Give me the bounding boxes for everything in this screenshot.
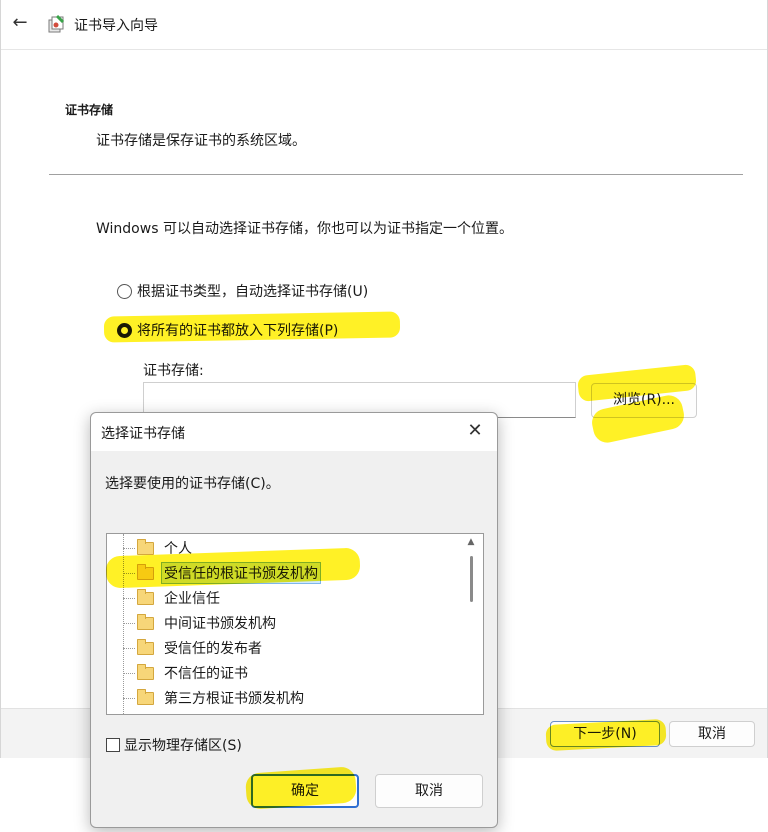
- folder-icon: [137, 613, 154, 630]
- tree-item-intermediate-ca[interactable]: 中间证书颁发机构: [123, 612, 278, 634]
- dialog-prompt: 选择要使用的证书存储(C)。: [105, 476, 280, 492]
- tree-item-label: 不信任的证书: [164, 666, 248, 682]
- tree-item-third-party-root[interactable]: 第三方根证书颁发机构: [123, 687, 306, 709]
- select-certificate-store-dialog: 选择证书存储 ✕ 选择要使用的证书存储(C)。 个人 受信任的根证书颁发机构 企…: [90, 412, 498, 828]
- radio-place-in-store-label: 将所有的证书都放入下列存储(P): [137, 323, 339, 339]
- folder-icon: [137, 688, 154, 705]
- wizard-titlebar: ← 证书导入向导: [1, 0, 767, 50]
- tree-scrollbar[interactable]: ▲: [459, 534, 483, 714]
- intro-text: Windows 可以自动选择证书存储，你也可以为证书指定一个位置。: [96, 221, 513, 237]
- radio-auto-select-circle[interactable]: [117, 283, 132, 299]
- scroll-up-icon[interactable]: ▲: [466, 537, 476, 547]
- browse-button[interactable]: 浏览(R)...: [591, 383, 697, 418]
- show-physical-stores-label: 显示物理存储区(S): [124, 738, 242, 754]
- radio-auto-select-label: 根据证书类型，自动选择证书存储(U): [137, 284, 369, 300]
- wizard-title: 证书导入向导: [74, 18, 158, 34]
- dialog-titlebar: 选择证书存储 ✕: [91, 413, 497, 451]
- close-icon[interactable]: ✕: [465, 421, 485, 441]
- tree-item-label: 受信任的发布者: [164, 641, 262, 657]
- next-button[interactable]: 下一步(N): [550, 721, 660, 747]
- tree-item-untrusted[interactable]: 不信任的证书: [123, 662, 250, 684]
- radio-auto-select[interactable]: 根据证书类型，自动选择证书存储(U): [117, 281, 368, 301]
- tree-item-trusted-root[interactable]: 受信任的根证书颁发机构: [123, 562, 321, 584]
- certificate-store-tree[interactable]: 个人 受信任的根证书颁发机构 企业信任 中间证书颁发机构 受信任的发布者 不信任…: [106, 533, 484, 715]
- wizard-cancel-button[interactable]: 取消: [669, 721, 755, 747]
- tree-item-enterprise-trust[interactable]: 企业信任: [123, 587, 222, 609]
- section-divider: [49, 174, 743, 175]
- tree-item-label: 中间证书颁发机构: [164, 616, 276, 632]
- tree-item-label: 个人: [164, 541, 192, 557]
- folder-icon: [137, 538, 154, 555]
- folder-icon: [137, 588, 154, 605]
- show-physical-stores-checkbox-row[interactable]: 显示物理存储区(S): [106, 735, 242, 755]
- ok-button[interactable]: 确定: [251, 774, 359, 808]
- certificate-wizard-icon: [48, 14, 65, 33]
- folder-icon: [137, 638, 154, 655]
- folder-icon: [137, 563, 154, 580]
- tree-item-label: 企业信任: [164, 591, 220, 607]
- section-heading: 证书存储: [65, 103, 114, 117]
- scroll-thumb[interactable]: [470, 556, 473, 602]
- certificate-store-label: 证书存储:: [143, 363, 204, 379]
- tree-item-trusted-publishers[interactable]: 受信任的发布者: [123, 637, 264, 659]
- radio-place-in-store[interactable]: 将所有的证书都放入下列存储(P): [117, 320, 338, 340]
- dialog-cancel-button[interactable]: 取消: [375, 774, 483, 808]
- tree-item-label: 受信任的根证书颁发机构: [161, 562, 321, 584]
- back-arrow-icon[interactable]: ←: [9, 12, 31, 34]
- tree-item-label: 第三方根证书颁发机构: [164, 691, 304, 707]
- dialog-title: 选择证书存储: [101, 426, 185, 442]
- radio-place-in-store-circle[interactable]: [117, 322, 132, 338]
- tree-item-personal[interactable]: 个人: [123, 537, 194, 559]
- section-description: 证书存储是保存证书的系统区域。: [96, 133, 306, 149]
- show-physical-stores-checkbox[interactable]: [106, 738, 120, 752]
- folder-icon: [137, 663, 154, 680]
